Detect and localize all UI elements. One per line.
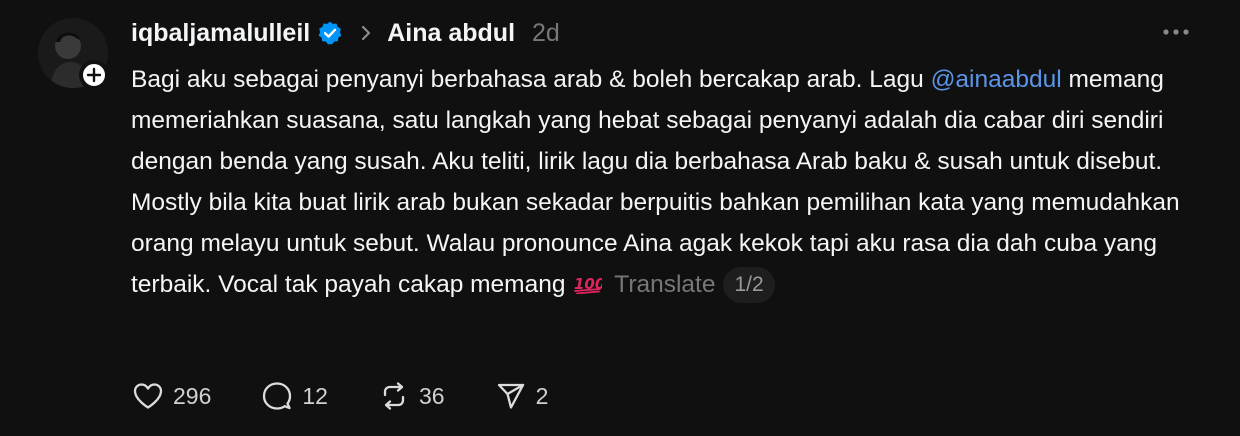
repost-icon bbox=[383, 382, 405, 410]
post-header: iqbaljamalulleil Aina abdul 2d bbox=[131, 16, 560, 50]
mention-link[interactable]: @ainaabdul bbox=[931, 66, 1062, 93]
follow-button[interactable] bbox=[79, 60, 109, 90]
like-count: 296 bbox=[173, 382, 212, 409]
heart-icon bbox=[133, 383, 163, 409]
verified-badge-icon bbox=[318, 21, 342, 45]
post-timestamp: 2d bbox=[532, 18, 560, 47]
post-text-part2: memang memeriahkan suasana, satu langkah… bbox=[131, 66, 1180, 298]
share-icon bbox=[497, 383, 524, 409]
translate-link[interactable]: Translate bbox=[614, 271, 715, 298]
repost-count: 36 bbox=[418, 382, 445, 409]
share-count: 2 bbox=[535, 382, 549, 409]
repost-button[interactable]: 36 bbox=[377, 379, 445, 413]
reply-button[interactable]: 12 bbox=[260, 379, 328, 413]
thread-page-indicator[interactable]: 1/2 bbox=[723, 267, 775, 303]
author-avatar-group[interactable] bbox=[38, 18, 109, 90]
post-actions: 296 12 36 2 bbox=[131, 378, 597, 414]
more-options-button[interactable] bbox=[1158, 22, 1194, 42]
hundred-points-emoji-icon: 100 bbox=[574, 275, 602, 294]
author-username[interactable]: iqbaljamalulleil bbox=[131, 19, 310, 48]
plus-icon bbox=[86, 67, 102, 83]
thread-post: iqbaljamalulleil Aina abdul 2d Bagi aku … bbox=[0, 0, 1240, 436]
like-button[interactable]: 296 bbox=[131, 379, 211, 413]
chevron-right-icon bbox=[362, 25, 371, 41]
post-body: Bagi aku sebagai penyanyi berbahasa arab… bbox=[131, 59, 1191, 305]
more-dots-icon bbox=[1163, 29, 1189, 35]
comment-icon bbox=[263, 382, 292, 410]
reply-to-username[interactable]: Aina abdul bbox=[387, 19, 515, 48]
reply-count: 12 bbox=[302, 382, 328, 409]
post-text-part1: Bagi aku sebagai penyanyi berbahasa arab… bbox=[131, 66, 931, 93]
share-button[interactable]: 2 bbox=[494, 379, 549, 413]
